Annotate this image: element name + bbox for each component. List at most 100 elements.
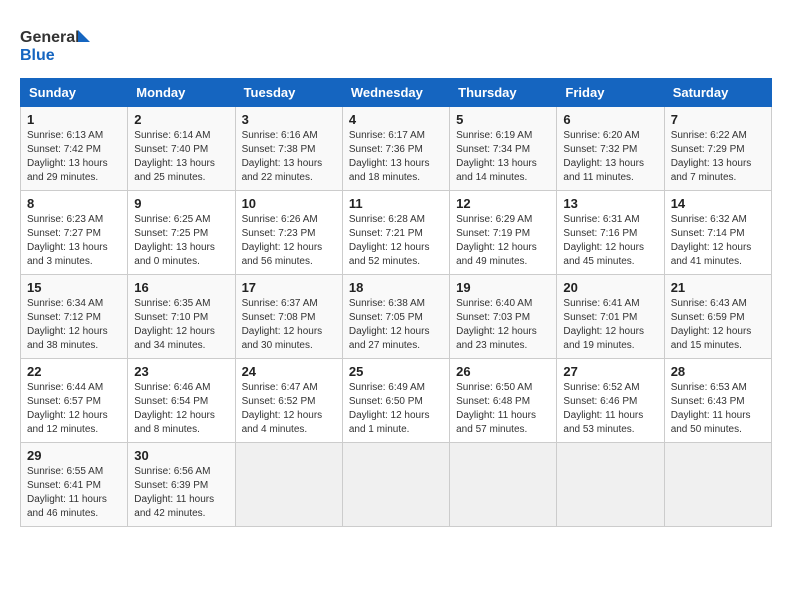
day-number: 30 — [134, 448, 228, 463]
day-number: 23 — [134, 364, 228, 379]
day-info: Sunrise: 6:26 AMSunset: 7:23 PMDaylight:… — [242, 214, 323, 267]
weekday-header-wednesday: Wednesday — [342, 79, 449, 107]
weekday-header-monday: Monday — [128, 79, 235, 107]
day-number: 13 — [563, 196, 657, 211]
day-info: Sunrise: 6:40 AMSunset: 7:03 PMDaylight:… — [456, 298, 537, 351]
weekday-header-tuesday: Tuesday — [235, 79, 342, 107]
calendar-day-cell: 29 Sunrise: 6:55 AMSunset: 6:41 PMDayligh… — [21, 443, 128, 527]
day-info: Sunrise: 6:25 AMSunset: 7:25 PMDaylight:… — [134, 214, 215, 267]
day-number: 11 — [349, 196, 443, 211]
day-number: 26 — [456, 364, 550, 379]
calendar-day-cell — [557, 443, 664, 527]
day-number: 3 — [242, 112, 336, 127]
calendar-day-cell: 4Sunrise: 6:17 AMSunset: 7:36 PMDaylight… — [342, 107, 449, 191]
day-number: 15 — [27, 280, 121, 295]
day-number: 5 — [456, 112, 550, 127]
day-number: 14 — [671, 196, 765, 211]
day-number: 22 — [27, 364, 121, 379]
day-number: 27 — [563, 364, 657, 379]
day-info: Sunrise: 6:23 AMSunset: 7:27 PMDaylight:… — [27, 214, 108, 267]
day-number: 18 — [349, 280, 443, 295]
day-number: 16 — [134, 280, 228, 295]
day-number: 20 — [563, 280, 657, 295]
calendar-day-cell: 23 Sunrise: 6:46 AMSunset: 6:54 PMDayligh… — [128, 359, 235, 443]
calendar-day-cell: 7 Sunrise: 6:22 AMSunset: 7:29 PMDaylight… — [664, 107, 771, 191]
day-number: 21 — [671, 280, 765, 295]
day-number: 19 — [456, 280, 550, 295]
day-info: Sunrise: 6:52 AMSunset: 6:46 PMDaylight:… — [563, 382, 643, 435]
day-info: Sunrise: 6:46 AMSunset: 6:54 PMDaylight:… — [134, 382, 215, 435]
day-info: Sunrise: 6:14 AMSunset: 7:40 PMDaylight:… — [134, 130, 215, 183]
calendar-day-cell: 22 Sunrise: 6:44 AMSunset: 6:57 PMDayligh… — [21, 359, 128, 443]
day-info: Sunrise: 6:13 AMSunset: 7:42 PMDaylight:… — [27, 130, 108, 183]
day-number: 4 — [349, 112, 443, 127]
day-number: 12 — [456, 196, 550, 211]
calendar-day-cell: 6 Sunrise: 6:20 AMSunset: 7:32 PMDaylight… — [557, 107, 664, 191]
day-info: Sunrise: 6:22 AMSunset: 7:29 PMDaylight:… — [671, 130, 752, 183]
day-info: Sunrise: 6:28 AMSunset: 7:21 PMDaylight:… — [349, 214, 430, 267]
calendar-day-cell: 3 Sunrise: 6:16 AMSunset: 7:38 PMDaylight… — [235, 107, 342, 191]
calendar-day-cell: 9 Sunrise: 6:25 AMSunset: 7:25 PMDaylight… — [128, 191, 235, 275]
day-number: 1 — [27, 112, 121, 127]
calendar-day-cell: 26 Sunrise: 6:50 AMSunset: 6:48 PMDayligh… — [450, 359, 557, 443]
svg-text:Blue: Blue — [20, 47, 55, 64]
calendar-day-cell: 1 Sunrise: 6:13 AMSunset: 7:42 PMDaylight… — [21, 107, 128, 191]
calendar-day-cell — [235, 443, 342, 527]
calendar-day-cell — [664, 443, 771, 527]
day-info: Sunrise: 6:19 AMSunset: 7:34 PMDaylight:… — [456, 130, 537, 183]
calendar-day-cell: 13 Sunrise: 6:31 AMSunset: 7:16 PMDayligh… — [557, 191, 664, 275]
calendar-day-cell: 30 Sunrise: 6:56 AMSunset: 6:39 PMDayligh… — [128, 443, 235, 527]
calendar-header-row: SundayMondayTuesdayWednesdayThursdayFrid… — [21, 79, 772, 107]
day-number: 2 — [134, 112, 228, 127]
calendar-day-cell: 12 Sunrise: 6:29 AMSunset: 7:19 PMDayligh… — [450, 191, 557, 275]
day-number: 9 — [134, 196, 228, 211]
calendar-day-cell: 24 Sunrise: 6:47 AMSunset: 6:52 PMDayligh… — [235, 359, 342, 443]
day-info: Sunrise: 6:16 AMSunset: 7:38 PMDaylight:… — [242, 130, 323, 183]
day-info: Sunrise: 6:55 AMSunset: 6:41 PMDaylight:… — [27, 466, 107, 519]
day-info: Sunrise: 6:56 AMSunset: 6:39 PMDaylight:… — [134, 466, 214, 519]
day-info: Sunrise: 6:41 AMSunset: 7:01 PMDaylight:… — [563, 298, 644, 351]
svg-text:General: General — [20, 29, 80, 46]
day-number: 6 — [563, 112, 657, 127]
calendar-day-cell: 16 Sunrise: 6:35 AMSunset: 7:10 PMDayligh… — [128, 275, 235, 359]
day-info: Sunrise: 6:37 AMSunset: 7:08 PMDaylight:… — [242, 298, 323, 351]
calendar-day-cell: 18Sunrise: 6:38 AMSunset: 7:05 PMDayligh… — [342, 275, 449, 359]
calendar-day-cell: 2 Sunrise: 6:14 AMSunset: 7:40 PMDaylight… — [128, 107, 235, 191]
calendar-day-cell: 5 Sunrise: 6:19 AMSunset: 7:34 PMDaylight… — [450, 107, 557, 191]
day-info: Sunrise: 6:34 AMSunset: 7:12 PMDaylight:… — [27, 298, 108, 351]
calendar-day-cell: 11 Sunrise: 6:28 AMSunset: 7:21 PMDayligh… — [342, 191, 449, 275]
calendar-week-row: 1 Sunrise: 6:13 AMSunset: 7:42 PMDaylight… — [21, 107, 772, 191]
day-info: Sunrise: 6:47 AMSunset: 6:52 PMDaylight:… — [242, 382, 323, 435]
day-info: Sunrise: 6:31 AMSunset: 7:16 PMDaylight:… — [563, 214, 644, 267]
day-number: 25 — [349, 364, 443, 379]
calendar-day-cell: 20 Sunrise: 6:41 AMSunset: 7:01 PMDayligh… — [557, 275, 664, 359]
calendar-week-row: 15 Sunrise: 6:34 AMSunset: 7:12 PMDayligh… — [21, 275, 772, 359]
day-number: 7 — [671, 112, 765, 127]
calendar-day-cell: 25Sunrise: 6:49 AMSunset: 6:50 PMDayligh… — [342, 359, 449, 443]
calendar-day-cell: 28 Sunrise: 6:53 AMSunset: 6:43 PMDayligh… — [664, 359, 771, 443]
calendar-table: SundayMondayTuesdayWednesdayThursdayFrid… — [20, 78, 772, 527]
day-info: Sunrise: 6:35 AMSunset: 7:10 PMDaylight:… — [134, 298, 215, 351]
weekday-header-sunday: Sunday — [21, 79, 128, 107]
day-number: 28 — [671, 364, 765, 379]
calendar-day-cell — [342, 443, 449, 527]
calendar-week-row: 22 Sunrise: 6:44 AMSunset: 6:57 PMDayligh… — [21, 359, 772, 443]
day-info: Sunrise: 6:50 AMSunset: 6:48 PMDaylight:… — [456, 382, 536, 435]
day-number: 29 — [27, 448, 121, 463]
day-number: 24 — [242, 364, 336, 379]
day-info: Sunrise: 6:44 AMSunset: 6:57 PMDaylight:… — [27, 382, 108, 435]
calendar-day-cell: 8 Sunrise: 6:23 AMSunset: 7:27 PMDaylight… — [21, 191, 128, 275]
day-number: 8 — [27, 196, 121, 211]
calendar-day-cell: 14 Sunrise: 6:32 AMSunset: 7:14 PMDayligh… — [664, 191, 771, 275]
calendar-week-row: 8 Sunrise: 6:23 AMSunset: 7:27 PMDaylight… — [21, 191, 772, 275]
calendar-day-cell: 21 Sunrise: 6:43 AMSunset: 6:59 PMDayligh… — [664, 275, 771, 359]
page-header: GeneralBlue — [20, 20, 772, 70]
calendar-day-cell: 27 Sunrise: 6:52 AMSunset: 6:46 PMDayligh… — [557, 359, 664, 443]
day-info: Sunrise: 6:53 AMSunset: 6:43 PMDaylight:… — [671, 382, 751, 435]
weekday-header-thursday: Thursday — [450, 79, 557, 107]
day-info: Sunrise: 6:29 AMSunset: 7:19 PMDaylight:… — [456, 214, 537, 267]
weekday-header-saturday: Saturday — [664, 79, 771, 107]
day-info: Sunrise: 6:20 AMSunset: 7:32 PMDaylight:… — [563, 130, 644, 183]
day-info: Sunrise: 6:32 AMSunset: 7:14 PMDaylight:… — [671, 214, 752, 267]
day-info: Sunrise: 6:43 AMSunset: 6:59 PMDaylight:… — [671, 298, 752, 351]
